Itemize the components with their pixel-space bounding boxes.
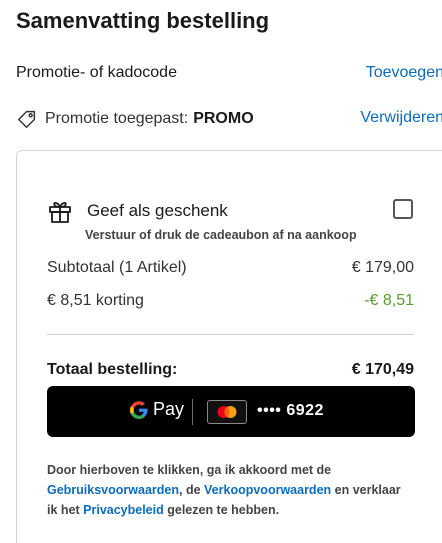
- terms-part-2: , de: [179, 483, 201, 497]
- terms-part-1: Door hierboven te klikken, ga ik akkoord…: [47, 463, 332, 477]
- terms-of-use-link[interactable]: Gebruiksvoorwaarden: [47, 483, 179, 497]
- discount-value: -€ 8,51: [364, 292, 414, 309]
- gift-checkbox[interactable]: [393, 199, 413, 219]
- subtotal-value: € 179,00: [351, 259, 414, 276]
- add-promo-link[interactable]: Toevoegen: [366, 64, 442, 82]
- total-value: € 170,49: [351, 361, 414, 378]
- button-separator: [192, 399, 193, 425]
- divider: [47, 334, 414, 335]
- remove-promo-link[interactable]: Verwijderen: [360, 109, 442, 127]
- discount-label: € 8,51 korting: [47, 292, 144, 309]
- privacy-policy-link[interactable]: Privacybeleid: [83, 503, 164, 517]
- google-pay-button[interactable]: Pay •••• 6922: [47, 386, 415, 437]
- card-number-masked: •••• 6922: [257, 402, 324, 419]
- promo-applied-code: PROMO: [193, 110, 254, 127]
- promo-applied-row: Promotie toegepast: PROMO: [16, 108, 254, 130]
- google-g-icon: [129, 400, 149, 420]
- gift-label: Geef als geschenk: [87, 201, 228, 220]
- terms-text: Door hierboven te klikken, ga ik akkoord…: [47, 460, 407, 520]
- order-summary-panel: Samenvatting bestelling Promotie- of kad…: [0, 0, 442, 543]
- terms-part-4: gelezen te hebben.: [167, 503, 280, 517]
- promo-applied-text: Promotie toegepast:: [45, 110, 189, 127]
- page-title: Samenvatting bestelling: [16, 8, 270, 33]
- terms-of-sale-link[interactable]: Verkoopvoorwaarden: [204, 483, 331, 497]
- google-pay-logo: Pay: [129, 399, 184, 420]
- promo-code-label: Promotie- of kadocode: [16, 64, 177, 81]
- mastercard-icon: [207, 400, 247, 424]
- pay-text: Pay: [153, 399, 185, 419]
- tag-icon: [16, 108, 38, 130]
- subtotal-label: Subtotaal (1 Artikel): [47, 259, 187, 276]
- total-label: Totaal bestelling:: [47, 361, 178, 378]
- gift-sublabel: Verstuur of druk de cadeaubon af na aank…: [85, 228, 357, 242]
- gift-icon: [47, 198, 73, 224]
